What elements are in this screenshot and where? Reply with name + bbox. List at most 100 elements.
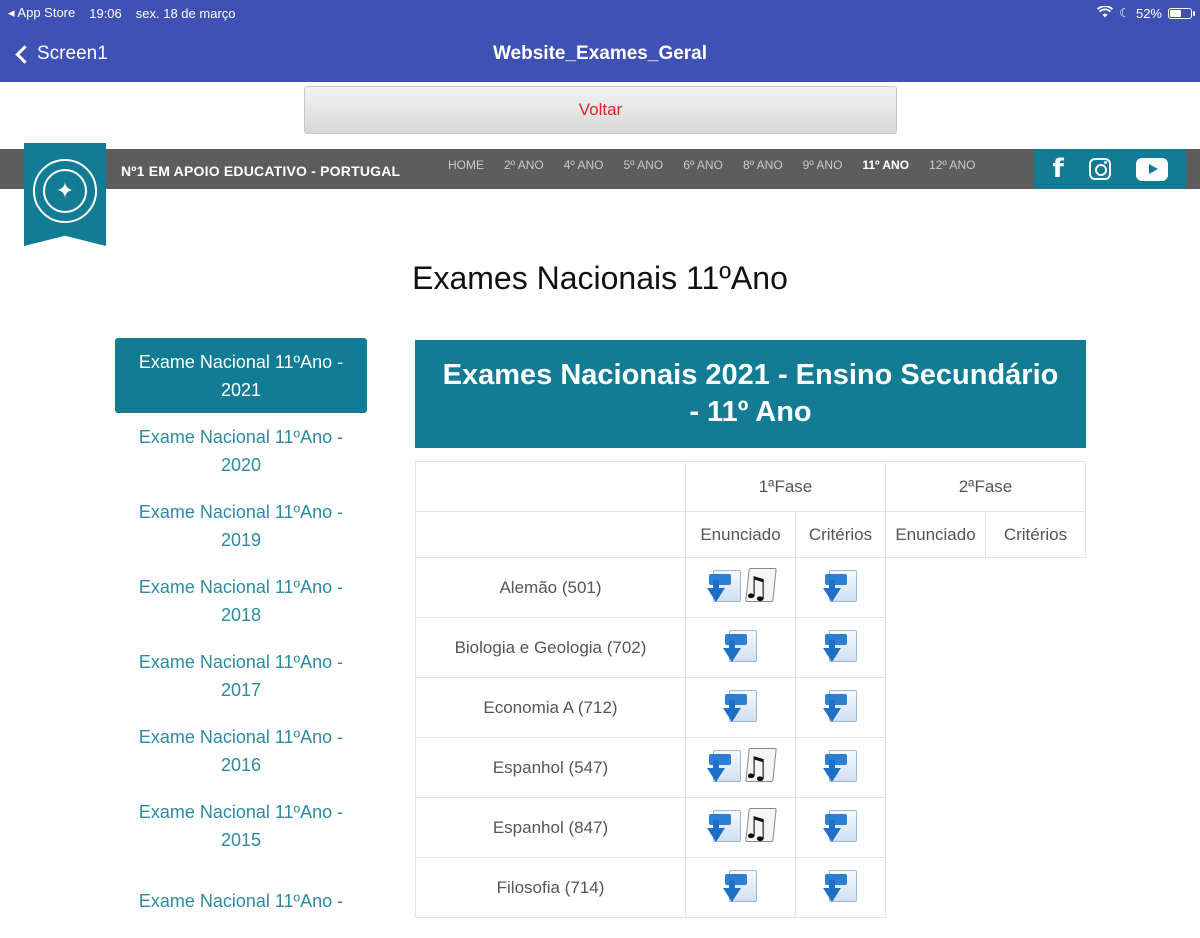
- sidebar-item-2021[interactable]: Exame Nacional 11ºAno - 2021: [115, 338, 367, 413]
- audio-download-icon[interactable]: ♫: [741, 807, 777, 848]
- menu-item-8ano[interactable]: 8º ANO: [743, 158, 783, 172]
- empty-cell: [886, 738, 986, 798]
- youtube-icon[interactable]: [1135, 157, 1168, 181]
- menu-item-12ano[interactable]: 12º ANO: [929, 158, 975, 172]
- subject-cell: Filosofia (714): [415, 857, 686, 918]
- pdf-download-icon[interactable]: [821, 629, 861, 666]
- subheader-blank: [415, 511, 686, 558]
- menu-item-home[interactable]: HOME: [448, 158, 484, 172]
- subject-cell: Economia A (712): [415, 677, 686, 738]
- sidebar-item-2019[interactable]: Exame Nacional 11ºAno - 2019: [115, 488, 367, 563]
- menu-item-4ano[interactable]: 4º ANO: [564, 158, 604, 172]
- back-to-app-store[interactable]: ◂ App Store: [8, 5, 75, 21]
- screen-title: Website_Exames_Geral: [492, 43, 708, 64]
- logo-seal: ✦: [33, 158, 97, 223]
- sidebar-item-2017[interactable]: Exame Nacional 11ºAno - 2017: [115, 638, 367, 713]
- table-header-row: 1ªFase 2ªFase: [415, 461, 1086, 512]
- site-menu: HOME 2º ANO 4º ANO 5º ANO 6º ANO 8º ANO …: [448, 158, 975, 172]
- enunciado-cell: [685, 677, 796, 738]
- pdf-download-icon[interactable]: [721, 629, 761, 666]
- pdf-download-icon[interactable]: [721, 869, 761, 906]
- site-logo[interactable]: ✦: [24, 143, 106, 246]
- empty-cell: [886, 558, 986, 618]
- empty-cell: [986, 618, 1086, 678]
- app-top-bar: ◂ App Store 19:06 sex. 18 de março ☾ 52%…: [0, 0, 1200, 82]
- battery-icon: [1168, 7, 1195, 19]
- enunciado-cell: ♫: [685, 797, 796, 858]
- wifi-icon: [1097, 4, 1114, 21]
- pdf-download-icon[interactable]: [705, 809, 745, 846]
- table-row: Biologia e Geologia (702): [415, 617, 1086, 678]
- voltar-button[interactable]: Voltar: [304, 86, 897, 134]
- criterios-cell: [795, 857, 886, 918]
- subject-cell: Biologia e Geologia (702): [415, 617, 686, 678]
- page-title: Exames Nacionais 11ºAno: [412, 260, 788, 296]
- enunciado-cell: [685, 617, 796, 678]
- menu-item-6ano[interactable]: 6º ANO: [683, 158, 723, 172]
- audio-download-icon[interactable]: ♫: [741, 567, 777, 608]
- audio-download-icon[interactable]: ♫: [741, 747, 777, 788]
- subheader-criterios-1: Critérios: [795, 511, 886, 558]
- pdf-download-icon[interactable]: [821, 569, 861, 606]
- menu-item-2ano[interactable]: 2º ANO: [504, 158, 544, 172]
- criterios-cell: [795, 617, 886, 678]
- table-row: Economia A (712): [415, 677, 1086, 738]
- header-phase-2: 2ªFase: [885, 461, 1086, 512]
- menu-item-5ano[interactable]: 5º ANO: [623, 158, 663, 172]
- instagram-icon[interactable]: [1088, 158, 1111, 180]
- logo-emblem-icon: ✦: [43, 168, 87, 213]
- subheader-criterios-2: Critérios: [985, 511, 1086, 558]
- subheader-enunciado-2: Enunciado: [885, 511, 986, 558]
- header-phase-1: 1ªFase: [685, 461, 886, 512]
- menu-item-11ano[interactable]: 11º ANO: [862, 158, 909, 172]
- table-row: Espanhol (847) ♫: [415, 797, 1086, 858]
- sidebar-item-2014[interactable]: Exame Nacional 11ºAno -: [115, 863, 367, 938]
- battery-percent: 52%: [1135, 5, 1162, 21]
- status-bar: ◂ App Store 19:06 sex. 18 de março ☾ 52%: [8, 4, 1195, 22]
- back-button-label: Screen1: [37, 43, 108, 64]
- empty-cell: [886, 858, 986, 918]
- menu-item-9ano[interactable]: 9º ANO: [803, 158, 843, 172]
- pdf-download-icon[interactable]: [721, 689, 761, 726]
- pdf-download-icon[interactable]: [705, 749, 745, 786]
- back-button[interactable]: Screen1: [14, 43, 108, 65]
- pdf-download-icon[interactable]: [705, 569, 745, 606]
- criterios-cell: [795, 677, 886, 738]
- criterios-cell: [795, 737, 886, 798]
- pdf-download-icon[interactable]: [821, 809, 861, 846]
- status-time: 19:06: [89, 5, 122, 21]
- empty-cell: [886, 798, 986, 858]
- header-blank: [415, 461, 686, 512]
- empty-cell: [986, 558, 1086, 618]
- facebook-icon[interactable]: f: [1052, 154, 1063, 184]
- empty-cell: [886, 618, 986, 678]
- enunciado-cell: ♫: [685, 557, 796, 618]
- table-subheader-row: Enunciado Critérios Enunciado Critérios: [415, 511, 1086, 558]
- empty-cell: [986, 678, 1086, 738]
- criterios-cell: [795, 797, 886, 858]
- enunciado-cell: ♫: [685, 737, 796, 798]
- empty-cell: [886, 678, 986, 738]
- subject-cell: Espanhol (847): [415, 797, 686, 858]
- enunciado-cell: [685, 857, 796, 918]
- table-row: Alemão (501) ♫: [415, 557, 1086, 618]
- status-date: sex. 18 de março: [135, 5, 236, 21]
- empty-cell: [986, 798, 1086, 858]
- pdf-download-icon[interactable]: [821, 749, 861, 786]
- pdf-download-icon[interactable]: [821, 689, 861, 726]
- social-links: f: [1034, 149, 1186, 189]
- subheader-enunciado-1: Enunciado: [685, 511, 796, 558]
- subject-cell: Espanhol (547): [415, 737, 686, 798]
- sidebar-item-2015[interactable]: Exame Nacional 11ºAno - 2015: [115, 788, 367, 863]
- sidebar-item-2016[interactable]: Exame Nacional 11ºAno - 2016: [115, 713, 367, 788]
- subject-cell: Alemão (501): [415, 557, 686, 618]
- sidebar-item-2020[interactable]: Exame Nacional 11ºAno - 2020: [115, 413, 367, 488]
- table-row: Espanhol (547) ♫: [415, 737, 1086, 798]
- pdf-download-icon[interactable]: [821, 869, 861, 906]
- chevron-left-icon: [15, 44, 34, 64]
- sidebar-item-2018[interactable]: Exame Nacional 11ºAno - 2018: [115, 563, 367, 638]
- table-row: Filosofia (714): [415, 857, 1086, 918]
- exams-table: 1ªFase 2ªFase Enunciado Critérios Enunci…: [415, 461, 1086, 918]
- exam-banner: Exames Nacionais 2021 - Ensino Secundári…: [415, 340, 1086, 448]
- year-sidebar: Exame Nacional 11ºAno - 2021 Exame Nacio…: [115, 338, 367, 938]
